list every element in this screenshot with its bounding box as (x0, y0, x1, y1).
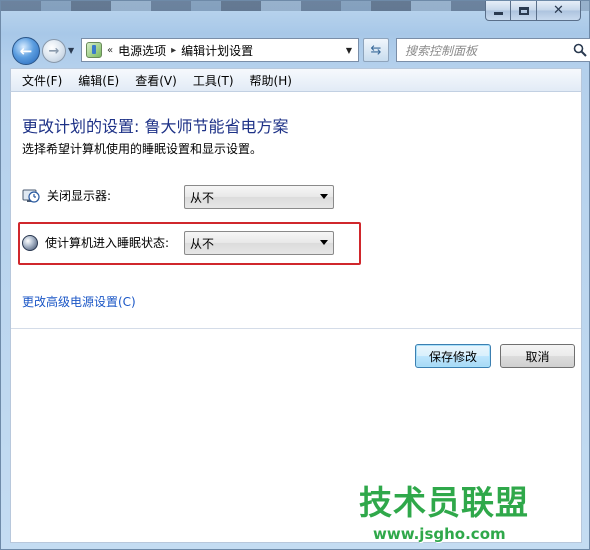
turn-off-display-label-row: 关闭显示器: (22, 187, 111, 204)
navigation-bar: ← → ▼ « 电源选项 ▸ 编辑计划设置 ▼ ⇆ 搜索控制面板 (11, 37, 590, 65)
watermark-logo: 技术员联盟 (359, 483, 529, 522)
turn-off-display-label: 关闭显示器: (47, 189, 112, 203)
refresh-button[interactable]: ⇆ (363, 38, 389, 62)
menu-help[interactable]: 帮助(H) (242, 72, 300, 89)
advanced-power-settings-link[interactable]: 更改高级电源设置(C) (22, 293, 136, 310)
divider (11, 328, 581, 329)
history-dropdown-icon[interactable]: ▼ (68, 46, 74, 55)
search-input[interactable]: 搜索控制面板 (396, 38, 590, 62)
menu-bar: 文件(F) 编辑(E) 查看(V) 工具(T) 帮助(H) (10, 68, 582, 92)
page-title: 更改计划的设置: 鲁大师节能省电方案 (22, 117, 289, 136)
breadcrumb-separator-icon[interactable]: ▸ (171, 45, 176, 56)
back-arrow-icon: ← (19, 42, 33, 60)
sleep-moon-icon (22, 234, 38, 251)
address-bar[interactable]: « 电源选项 ▸ 编辑计划设置 ▼ (81, 38, 359, 62)
menu-tools[interactable]: 工具(T) (185, 72, 242, 89)
window-frame: ✕ ← → ▼ « 电源选项 ▸ 编辑计划设置 ▼ ⇆ 搜索控制面板 文件(F)… (0, 0, 590, 550)
menu-file[interactable]: 文件(F) (14, 72, 70, 89)
caption-buttons: ✕ (485, 1, 581, 21)
minimize-icon (493, 12, 503, 15)
breadcrumb-item-edit-plan[interactable]: 编辑计划设置 (181, 42, 253, 59)
save-button[interactable]: 保存修改 (415, 344, 491, 368)
sleep-value: 从不 (190, 236, 215, 251)
watermark-url: www.jsgho.com (373, 525, 506, 543)
search-icon[interactable] (573, 43, 587, 57)
close-icon: ✕ (553, 3, 564, 18)
breadcrumb-overflow-icon[interactable]: « (107, 45, 113, 56)
refresh-icon: ⇆ (370, 42, 382, 58)
menu-view[interactable]: 查看(V) (127, 72, 185, 89)
maximize-button[interactable] (511, 1, 537, 21)
close-button[interactable]: ✕ (537, 1, 581, 21)
back-button[interactable]: ← (12, 37, 40, 65)
turn-off-display-value: 从不 (190, 190, 215, 205)
control-panel-icon (86, 42, 102, 58)
address-dropdown-icon[interactable]: ▼ (340, 39, 358, 61)
turn-off-display-select[interactable]: 从不 (184, 185, 334, 209)
sleep-label-row: 使计算机进入睡眠状态: (22, 234, 169, 251)
search-placeholder: 搜索控制面板 (405, 43, 478, 58)
forward-arrow-icon: → (48, 43, 60, 59)
display-timer-icon (22, 189, 40, 203)
maximize-icon (518, 6, 529, 15)
chevron-down-icon (320, 194, 328, 199)
page-subtitle: 选择希望计算机使用的睡眠设置和显示设置。 (22, 142, 263, 156)
sleep-label: 使计算机进入睡眠状态: (45, 236, 170, 250)
minimize-button[interactable] (485, 1, 511, 21)
menu-edit[interactable]: 编辑(E) (70, 72, 127, 89)
chevron-down-icon (320, 240, 328, 245)
forward-button[interactable]: → (42, 39, 66, 63)
breadcrumb-item-power-options[interactable]: 电源选项 (118, 42, 166, 59)
sleep-select[interactable]: 从不 (184, 231, 334, 255)
cancel-button[interactable]: 取消 (500, 344, 575, 368)
